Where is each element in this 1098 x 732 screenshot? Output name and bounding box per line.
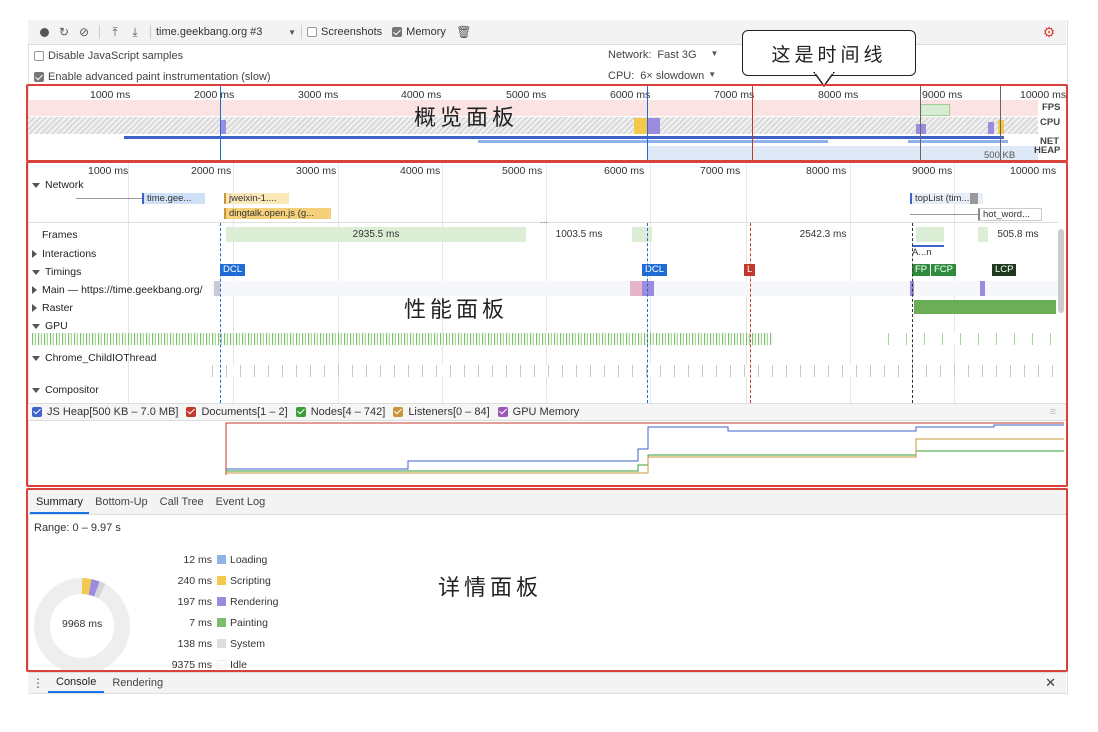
drawer-tab-console[interactable]: Console xyxy=(48,673,105,693)
toolbar-divider xyxy=(150,25,151,39)
screenshots-checkbox[interactable]: Screenshots xyxy=(307,26,382,38)
memory-checkbox[interactable]: Memory xyxy=(392,26,446,38)
collect-garbage-button[interactable]: 🗑 xyxy=(454,22,474,42)
trash-icon: 🗑 xyxy=(456,25,472,39)
toolbar-divider xyxy=(99,25,100,39)
dropdown-arrow-icon: ▼ xyxy=(710,49,719,58)
performance-highlight-box xyxy=(26,161,1068,487)
detail-annotation-text: 详情面板 xyxy=(438,576,543,601)
network-value: Fast 3G xyxy=(657,49,697,61)
disable-js-samples-checkbox[interactable]: Disable JavaScript samples xyxy=(34,50,183,62)
toolbar-divider xyxy=(301,25,302,39)
overview-highlight-box xyxy=(26,84,1068,162)
cpu-value: 6× slowdown xyxy=(640,70,705,82)
gear-icon: ⚙ xyxy=(1042,23,1056,40)
overview-annotation-text: 概览面板 xyxy=(414,106,519,131)
advanced-paint-label: Enable advanced paint instrumentation (s… xyxy=(48,71,271,83)
record-icon xyxy=(39,27,49,37)
memory-label: Memory xyxy=(406,26,446,38)
drawer-menu-icon[interactable]: ⋮ xyxy=(28,676,48,690)
screenshots-label: Screenshots xyxy=(321,26,383,38)
recording-select-value: time.geekbang.org #3 xyxy=(156,26,263,38)
timeline-annotation-text: 这是时间线 xyxy=(771,43,887,66)
checkbox-box xyxy=(34,51,44,61)
detail-highlight-box xyxy=(26,488,1068,672)
upload-profile-button[interactable]: ⤒ xyxy=(105,22,125,42)
record-button[interactable] xyxy=(34,22,54,42)
checkbox-box xyxy=(34,72,44,82)
drawer-tab-rendering[interactable]: Rendering xyxy=(104,677,171,689)
network-label: Network: xyxy=(608,49,652,61)
clear-button[interactable]: ⊘ xyxy=(74,22,94,42)
checkbox-box xyxy=(307,27,317,37)
dropdown-arrow-icon: ▼ xyxy=(288,27,296,37)
performance-annotation-text: 性能面板 xyxy=(404,298,509,323)
reload-button[interactable]: ↻ xyxy=(54,22,74,42)
cpu-throttle[interactable]: CPU: 6× slowdown ▼ xyxy=(608,70,716,82)
close-drawer-icon[interactable]: ✕ xyxy=(1045,675,1056,691)
dropdown-arrow-icon: ▼ xyxy=(708,70,717,79)
clear-icon: ⊘ xyxy=(78,25,90,39)
network-throttle[interactable]: Network: Fast 3G ▼ xyxy=(608,49,718,61)
advanced-paint-checkbox[interactable]: Enable advanced paint instrumentation (s… xyxy=(34,71,271,83)
cpu-label: CPU: xyxy=(608,70,635,82)
disable-js-samples-label: Disable JavaScript samples xyxy=(48,50,184,62)
download-icon: ⤓ xyxy=(132,24,138,39)
reload-icon: ↻ xyxy=(58,25,70,39)
drawer-tabbar: ⋮ Console Rendering ✕ xyxy=(28,672,1066,693)
settings-gear-button[interactable]: ⚙ xyxy=(1040,23,1058,41)
download-profile-button[interactable]: ⤓ xyxy=(125,22,145,42)
upload-icon: ⤒ xyxy=(112,24,118,39)
checkbox-box xyxy=(392,27,403,37)
timeline-callout: 这是时间线 xyxy=(742,30,916,76)
recording-select[interactable]: time.geekbang.org #3 ▼ xyxy=(156,26,296,38)
